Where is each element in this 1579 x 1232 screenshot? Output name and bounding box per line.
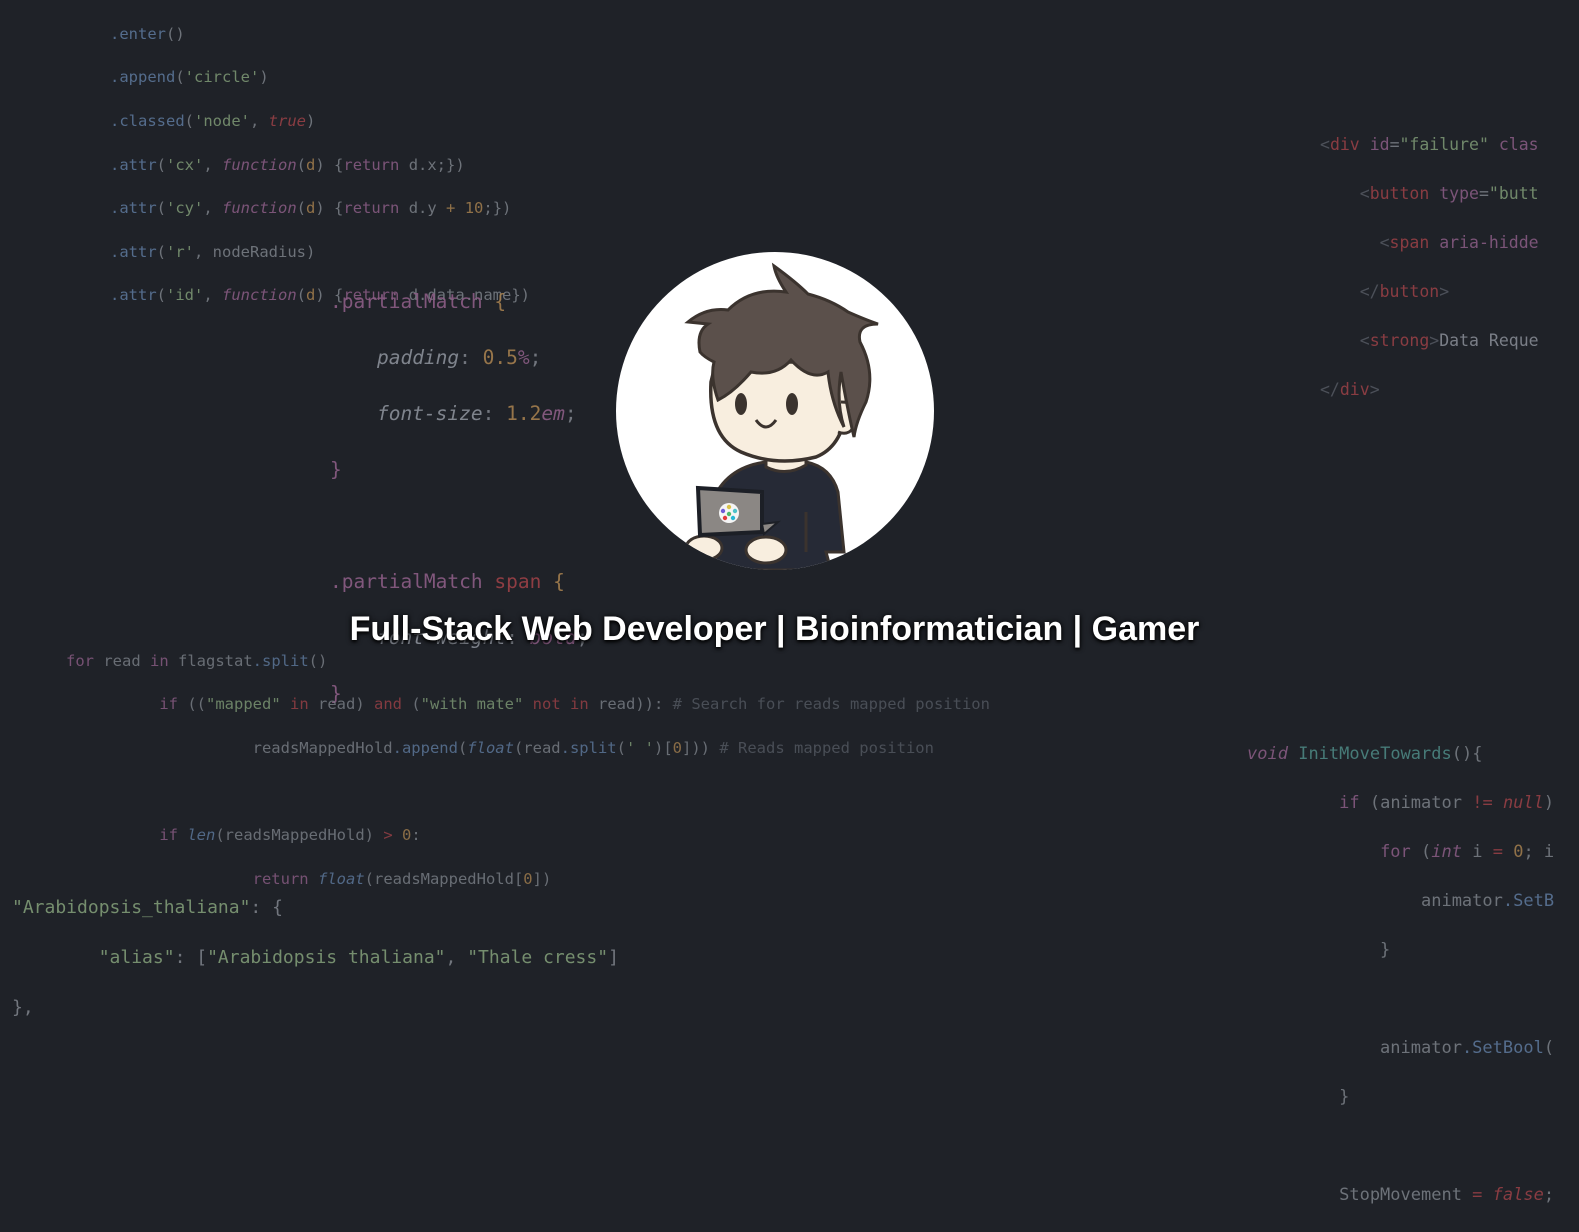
code-line: }, — [12, 997, 34, 1018]
laptop-sticker-icon — [719, 503, 739, 523]
code-line: .attr('cy', function(d) {return d.y + 10… — [110, 199, 512, 218]
code-line: <span aria-hidde — [1379, 232, 1539, 252]
code-snippet-csharp: void InitMoveTowards(){ if (animator != … — [1247, 717, 1554, 1232]
code-line: for read in flagstat.split() — [66, 651, 328, 670]
avatar-right-hand — [744, 535, 788, 565]
code-line: .classed('node', true) — [110, 111, 316, 130]
code-line: "Arabidopsis_thaliana": { — [12, 897, 283, 918]
code-line: </div> — [1320, 379, 1380, 399]
code-line: padding: 0.5%; — [376, 346, 542, 369]
code-snippet-json: "Arabidopsis_thaliana": { "alias": ["Ara… — [12, 870, 619, 1045]
code-line: if (("mapped" in read) and ("with mate" … — [159, 695, 990, 714]
code-line: if len(readsMappedHold) > 0: — [159, 826, 421, 845]
avatar-right-eye — [786, 393, 798, 415]
code-line: font-size: 1.2em; — [376, 402, 577, 425]
code-line: .partialMatch span { — [330, 570, 565, 593]
avatar — [616, 252, 934, 570]
avatar-left-eye — [735, 393, 747, 415]
code-line: void InitMoveTowards(){ — [1247, 743, 1483, 764]
avatar-left-hand — [684, 534, 724, 562]
code-line: .attr('cx', function(d) {return d.x;}) — [110, 155, 465, 174]
code-line: animator.SetBool( — [1247, 1037, 1555, 1058]
code-line: if (animator != null) — [1339, 792, 1555, 813]
code-line: .enter() — [110, 24, 185, 43]
code-line: } — [1247, 939, 1391, 960]
code-line: <strong>Data Reque — [1359, 330, 1539, 350]
code-snippet-html: <div id="failure" clas <button type="but… — [1320, 108, 1539, 427]
code-line: </button> — [1359, 281, 1450, 301]
hero-headline: Full-Stack Web Developer | Bioinformatic… — [349, 610, 1200, 648]
code-line: .append('circle') — [110, 68, 269, 87]
code-line: <button type="butt — [1359, 183, 1539, 203]
code-line: for (int i = 0; i — [1380, 841, 1555, 862]
code-line: StopMovement = false; — [1247, 1184, 1555, 1205]
code-line: animator.SetB — [1247, 890, 1555, 911]
code-line: } — [330, 458, 342, 481]
code-line: } — [1247, 1086, 1350, 1107]
code-line: <div id="failure" clas — [1320, 134, 1539, 154]
code-line: readsMappedHold.append(float(read.split(… — [66, 738, 934, 757]
code-line: "alias": ["Arabidopsis thaliana", "Thale… — [98, 947, 619, 968]
avatar-illustration — [684, 262, 879, 570]
code-line: .partialMatch { — [330, 290, 507, 313]
